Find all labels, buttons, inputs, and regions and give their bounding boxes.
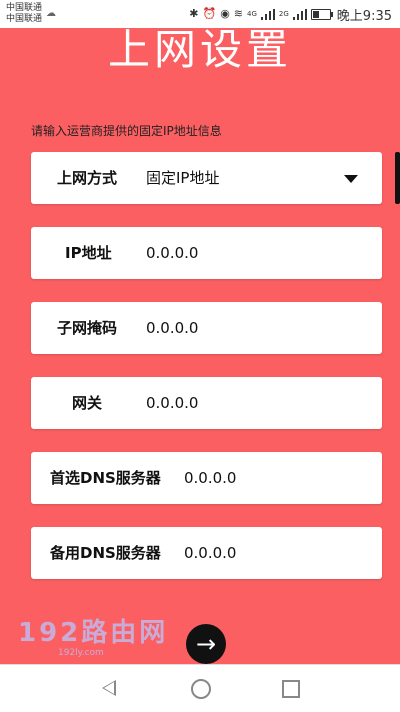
field-value: 0.0.0.0 <box>184 469 237 487</box>
signal-icon-1 <box>260 8 275 20</box>
gateway-field[interactable]: 网关 0.0.0.0 <box>31 377 382 429</box>
scrollbar[interactable] <box>395 152 400 204</box>
watermark-logo: 192路由网 <box>18 618 169 648</box>
field-label: 子网掩码 <box>57 319 118 337</box>
wifi-icon: ≋ <box>233 7 244 20</box>
field-value: 0.0.0.0 <box>146 244 199 262</box>
signal-icon-2 <box>292 8 307 20</box>
eye-comfort-icon: ◉ <box>220 7 230 20</box>
cloud-icon: ☁ <box>46 8 56 19</box>
bluetooth-icon: ✱ <box>189 7 199 20</box>
alarm-icon: ⏰ <box>202 7 217 20</box>
primary-dns-field[interactable]: 首选DNS服务器 0.0.0.0 <box>31 452 382 504</box>
recent-apps-icon[interactable] <box>282 680 300 698</box>
field-label: IP地址 <box>65 244 112 262</box>
field-value: 0.0.0.0 <box>146 394 199 412</box>
watermark-url: 192ly.com <box>58 648 104 658</box>
field-value: 0.0.0.0 <box>146 319 199 337</box>
clock: 晚上9:35 <box>336 8 392 24</box>
field-value: 固定IP地址 <box>146 169 220 187</box>
instruction-text: 请输入运营商提供的固定IP地址信息 <box>31 124 222 138</box>
carrier-label-1: 中国联通 <box>6 3 43 13</box>
ip-address-field[interactable]: IP地址 0.0.0.0 <box>31 227 382 279</box>
secondary-dns-field[interactable]: 备用DNS服务器 0.0.0.0 <box>31 527 382 579</box>
arrow-right-icon: → <box>195 630 217 658</box>
field-value: 0.0.0.0 <box>184 544 237 562</box>
page-title: 上网设置 <box>107 25 292 74</box>
connection-type-select[interactable]: 上网方式 固定IP地址 <box>31 152 382 204</box>
subnet-mask-field[interactable]: 子网掩码 0.0.0.0 <box>31 302 382 354</box>
back-icon[interactable] <box>102 680 116 696</box>
network-label-1: 4G <box>247 10 257 18</box>
field-label: 备用DNS服务器 <box>50 544 161 562</box>
caret-down-icon <box>344 175 358 183</box>
status-icons: ✱ ⏰ ◉ ≋ 4G 2G 晚上9:35 <box>189 5 392 24</box>
next-button[interactable]: → <box>186 624 226 664</box>
home-icon[interactable] <box>191 679 211 699</box>
field-label: 上网方式 <box>57 169 118 187</box>
field-label: 首选DNS服务器 <box>50 469 161 487</box>
network-label-2: 2G <box>278 10 289 18</box>
battery-icon <box>310 8 333 20</box>
field-label: 网关 <box>72 394 103 412</box>
system-navigation-bar <box>0 664 400 712</box>
